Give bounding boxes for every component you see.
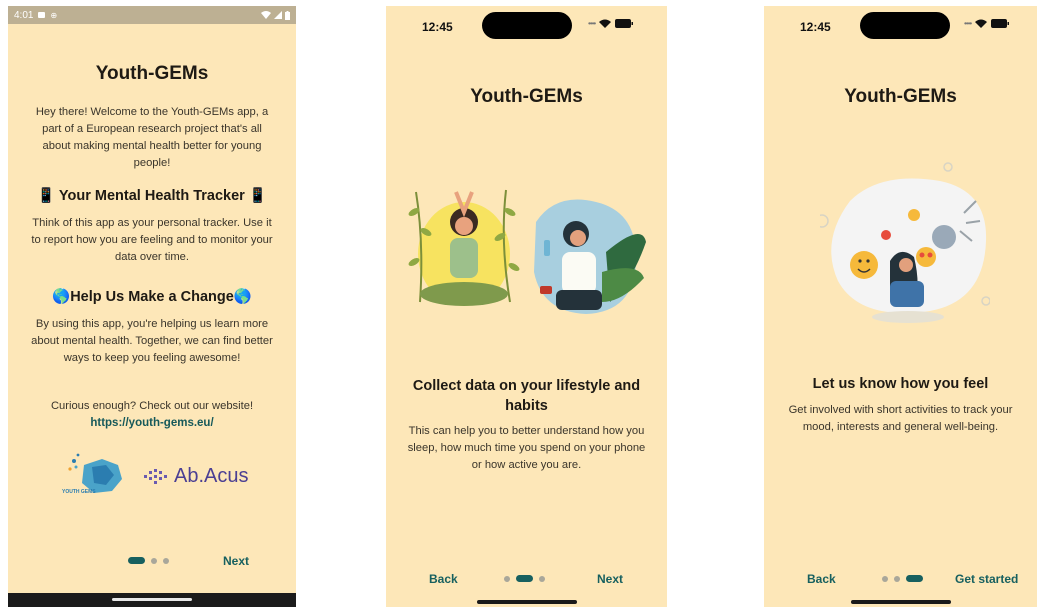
battery-icon [991,19,1010,28]
signal-icon [274,11,282,19]
app-title: Youth-GEMs [470,86,583,107]
battery-icon [285,10,290,20]
wifi-icon [599,19,612,28]
slide-text: This can help you to better understand h… [407,425,646,471]
page-dot [882,575,888,582]
page-dot [539,575,545,582]
get-started-button[interactable]: Get started [955,572,1018,586]
page-dot [504,575,510,582]
android-status-bar: 4:01 ⊕ [8,6,296,24]
website-link[interactable]: https://youth-gems.eu/ [18,417,286,429]
back-button[interactable]: Back [429,572,458,586]
home-gesture-bar[interactable] [112,598,192,601]
lifestyle-illustration [406,182,646,322]
app-title: Youth-GEMs [844,86,957,107]
page-indicator [128,557,169,564]
next-button[interactable]: Next [597,572,623,586]
slide-text: Get involved with short activities to tr… [788,404,1013,433]
home-indicator[interactable] [476,600,577,604]
page-indicator [504,575,545,582]
back-button[interactable]: Back [807,572,836,586]
page-dot-active [516,575,533,582]
logo1-label: YOUTH GEMS [62,489,96,495]
next-button[interactable]: Next [223,554,249,568]
tracker-text: Think of this app as your personal track… [31,217,273,263]
dynamic-island [860,12,950,39]
page-dot [894,575,900,582]
wifi-icon [261,11,271,19]
slide-heading: Let us know how you feel [812,376,989,392]
page-dot [151,557,157,564]
home-indicator[interactable] [850,600,951,604]
message-icon [38,12,46,18]
onboarding-screen-3: 12:45 •••• Youth-GEMs Let us know how yo… [764,6,1037,607]
battery-icon [615,19,634,28]
ios-status-icons: •••• [588,19,634,28]
change-text: By using this app, you're helping us lea… [31,318,273,364]
status-time: 4:01 [14,9,34,21]
curious-text: Curious enough? Check out our website! [50,400,254,412]
onboarding-screen-1: 4:01 ⊕ Youth-GEMs Hey there! Welcome to … [8,6,296,607]
dynamic-island [482,12,572,39]
page-indicator [882,575,923,582]
slide-heading: Collect data on your lifestyle and habit… [412,378,641,414]
signal-icon: •••• [964,19,972,28]
youth-gems-logo: YOUTH GEMS [62,451,128,503]
abacus-logo: Ab.Acus [144,461,254,493]
signal-icon: •••• [588,19,596,28]
wifi-icon [975,19,988,28]
logo2-label: Ab.Acus [174,465,249,487]
ios-status-icons: •••• [964,19,1010,28]
intro-text: Hey there! Welcome to the Youth-GEMs app… [35,106,269,169]
page-dot [163,557,169,564]
change-heading: 🌎Help Us Make a Change🌎 [52,289,252,305]
app-title: Youth-GEMs [95,63,209,84]
page-dot-active [906,575,923,582]
status-time: 12:45 [422,20,453,34]
android-nav-bar [8,593,296,607]
page-dot-active [128,557,145,564]
tracker-heading: 📱 Your Mental Health Tracker 📱 [37,188,267,204]
location-icon: ⊕ [50,10,58,20]
feelings-illustration [815,161,991,326]
status-time: 12:45 [800,20,831,34]
onboarding-screen-2: 12:45 •••• Youth-GEMs Collect data on yo… [386,6,667,607]
